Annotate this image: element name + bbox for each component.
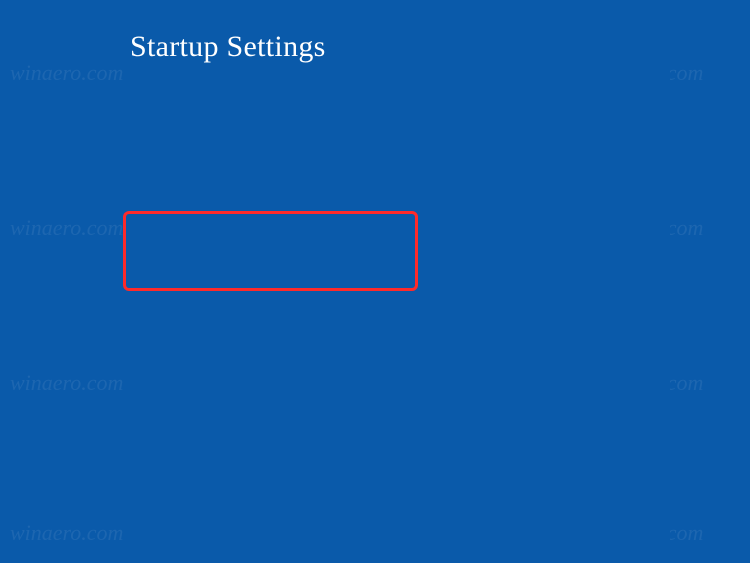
watermark-text: winaero.com — [10, 215, 123, 563]
watermark-text: winaero.com — [10, 520, 123, 563]
page-title: Startup Settings — [130, 30, 670, 563]
watermark-text: winaero.com — [10, 370, 123, 563]
startup-settings-panel: Startup Settings Press a number to choos… — [130, 30, 670, 563]
watermark-text: winaero.com — [10, 60, 123, 563]
